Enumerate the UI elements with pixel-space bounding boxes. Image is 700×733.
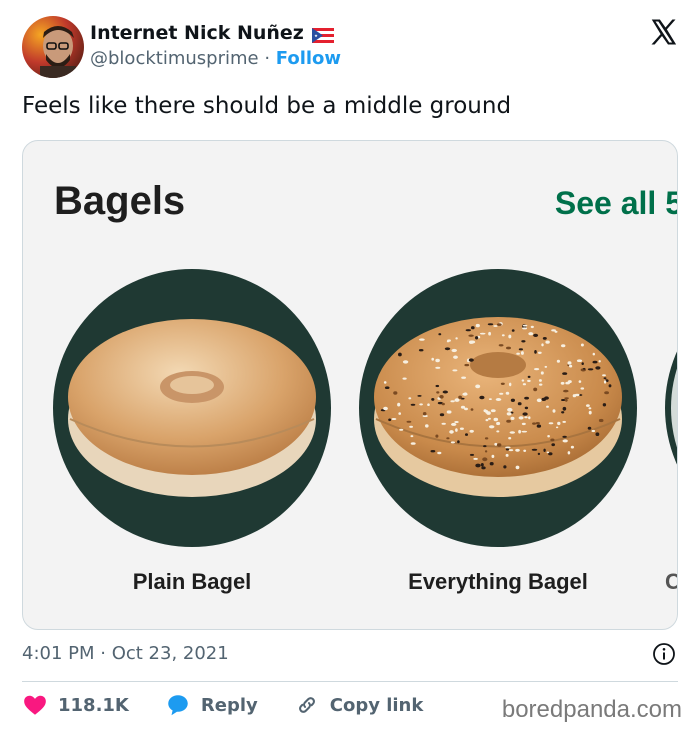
third-bagel-image <box>665 269 677 547</box>
tweet-text: Feels like there should be a middle grou… <box>22 93 512 119</box>
media-see-all-link: See all 5 <box>554 185 678 221</box>
tweet-media-image[interactable]: Bagels See all 5 Plain Bagel Everything … <box>22 140 678 630</box>
tweet-timestamp[interactable]: 4:01 PM · Oct 23, 2021 <box>22 643 229 664</box>
author-display-name[interactable]: Internet Nick Nuñez <box>90 22 304 44</box>
follow-button[interactable]: Follow <box>276 48 341 69</box>
divider <box>22 681 678 682</box>
author-name-line[interactable]: Internet Nick Nuñez <box>90 22 334 44</box>
copy-link-button[interactable]: Copy link <box>294 692 424 718</box>
everything-bagel-label: Everything Bagel <box>408 569 588 594</box>
plain-bagel-label: Plain Bagel <box>132 569 252 594</box>
media-section-title: Bagels <box>54 179 186 223</box>
author-handle-line: @blocktimusprime · Follow <box>90 48 341 69</box>
author-handle[interactable]: @blocktimusprime <box>90 48 259 69</box>
copy-link-label: Copy link <box>329 694 424 716</box>
reply-label: Reply <box>200 694 258 716</box>
plain-bagel-image <box>53 269 331 547</box>
info-icon[interactable] <box>652 642 676 666</box>
third-bagel-label: C <box>665 569 677 595</box>
x-logo-icon[interactable] <box>648 17 678 47</box>
watermark-text: boredpanda.com <box>501 696 682 723</box>
separator-dot: · <box>264 48 271 69</box>
like-button[interactable]: 118.1K <box>22 692 129 718</box>
avatar[interactable] <box>22 16 84 78</box>
heart-icon <box>22 692 48 718</box>
everything-bagel-image <box>359 269 637 547</box>
puerto-rico-flag-icon <box>311 26 334 43</box>
like-count: 118.1K <box>58 694 129 716</box>
tweet-actions: 118.1K Reply Copy link <box>22 692 459 718</box>
link-icon <box>294 692 320 718</box>
reply-bubble-icon <box>165 692 191 718</box>
reply-button[interactable]: Reply <box>165 692 258 718</box>
